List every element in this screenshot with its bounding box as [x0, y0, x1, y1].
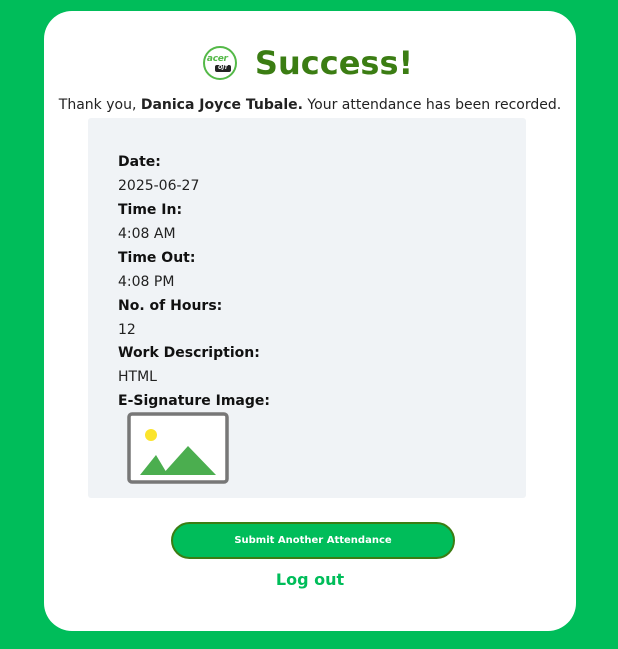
broken-image-placeholder-icon [127, 412, 229, 484]
work-description-label: Work Description: [118, 345, 260, 361]
hours-value: 12 [118, 322, 136, 338]
acer-ojt-logo: acer OJT [202, 46, 237, 80]
hours-label: No. of Hours: [118, 298, 223, 314]
time-in-label: Time In: [118, 202, 183, 218]
time-in-value: 4:08 AM [118, 226, 176, 242]
work-description-value: HTML [118, 369, 157, 385]
confirmation-message: Thank you, Danica Joyce Tubale. Your att… [44, 97, 576, 113]
success-card: acer OJT Success! Thank you, Danica Joyc… [44, 11, 576, 631]
message-suffix: Your attendance has been recorded. [302, 97, 562, 113]
time-out-value: 4:08 PM [118, 274, 175, 290]
date-value: 2025-06-27 [118, 178, 200, 194]
submit-another-attendance-button[interactable]: Submit Another Attendance [171, 522, 455, 559]
logo-badge: OJT [214, 65, 231, 72]
message-prefix: Thank you, [58, 97, 141, 113]
page-title: Success! [254, 44, 414, 82]
logout-link[interactable]: Log out [44, 570, 576, 589]
user-name: Danica Joyce Tubale. [140, 97, 303, 113]
success-header: acer OJT Success! [44, 35, 576, 91]
attendance-details-panel: Date: 2025-06-27 Time In: 4:08 AM Time O… [88, 118, 526, 498]
date-label: Date: [118, 154, 161, 170]
signature-label: E-Signature Image: [118, 393, 270, 409]
logo-text: acer [206, 54, 228, 64]
time-out-label: Time Out: [118, 250, 196, 266]
